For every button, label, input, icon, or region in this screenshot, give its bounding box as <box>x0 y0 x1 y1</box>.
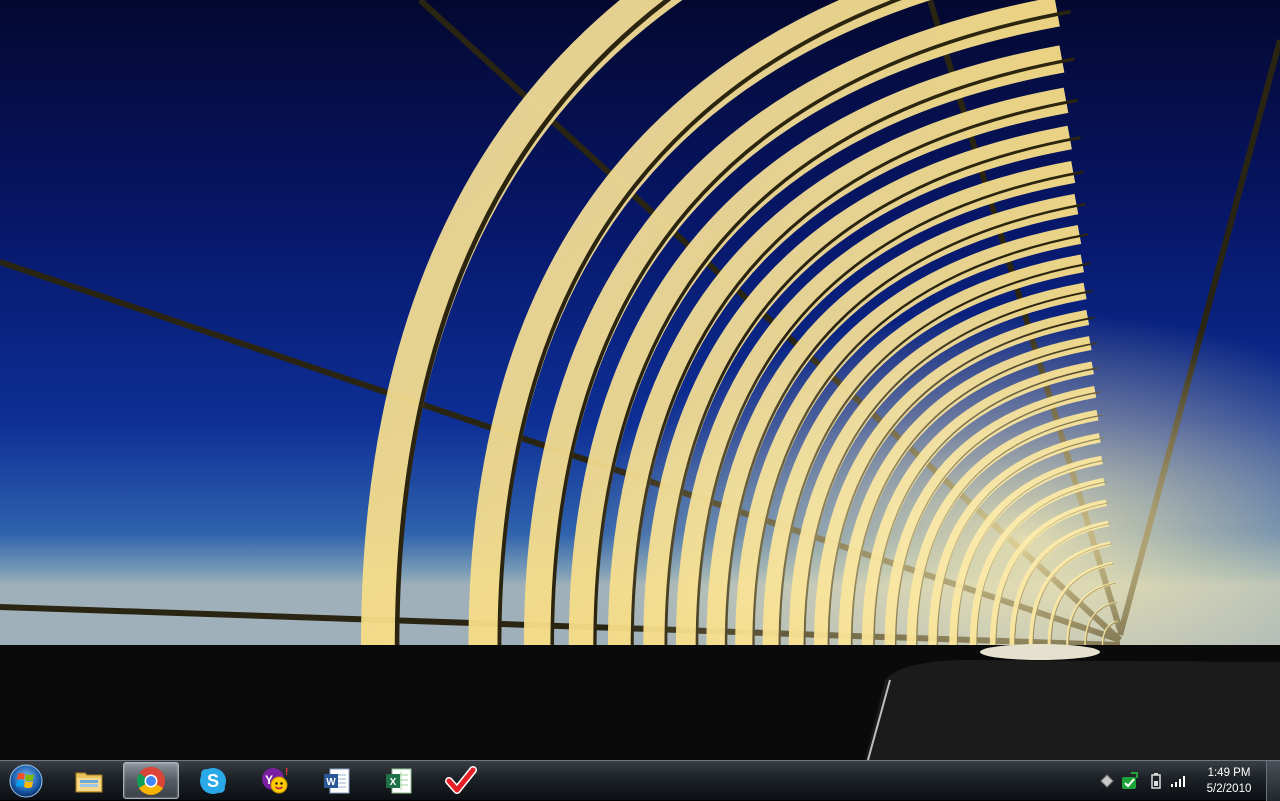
battery-icon <box>1151 773 1161 789</box>
show-desktop-button[interactable] <box>1266 761 1280 801</box>
windows-logo-icon <box>9 764 43 798</box>
svg-text:S: S <box>207 771 219 791</box>
diamond-icon <box>1100 774 1114 788</box>
taskbar: S Y ! W X 1:49 PM 5/2/2010 <box>0 760 1280 801</box>
taskbar-clock[interactable]: 1:49 PM 5/2/2010 <box>1196 765 1262 797</box>
checkmark-icon <box>445 765 477 794</box>
tray-diamond-icon[interactable] <box>1098 772 1116 790</box>
tray-battery-icon[interactable] <box>1147 772 1165 790</box>
chrome-icon <box>137 766 165 795</box>
excel-icon: X <box>386 768 412 793</box>
taskbar-todo-button[interactable] <box>433 762 489 799</box>
signal-strength-icon <box>1171 776 1185 787</box>
svg-text:W: W <box>326 777 336 788</box>
folder-icon <box>75 772 103 792</box>
word-icon: W <box>324 768 350 793</box>
taskbar-excel-button[interactable]: X <box>371 762 427 799</box>
clock-date: 5/2/2010 <box>1206 783 1252 795</box>
tray-network-icon[interactable] <box>1170 772 1188 790</box>
taskbar-chrome-button[interactable] <box>123 762 179 799</box>
taskbar-yahoo-messenger-button[interactable]: Y ! <box>247 762 303 799</box>
taskbar-word-button[interactable]: W <box>309 762 365 799</box>
svg-text:X: X <box>390 777 397 788</box>
bridge-arches <box>0 0 1280 650</box>
wallpaper <box>0 0 1280 760</box>
taskbar-explorer-button[interactable] <box>61 762 117 799</box>
tray-sync-icon[interactable] <box>1121 772 1139 790</box>
svg-text:!: ! <box>285 767 288 778</box>
start-button[interactable] <box>6 763 46 799</box>
skype-icon: S <box>200 767 226 794</box>
desktop <box>0 0 1280 760</box>
clock-time: 1:49 PM <box>1207 767 1251 779</box>
yahoo-messenger-icon: Y ! <box>262 767 288 793</box>
taskbar-skype-button[interactable]: S <box>185 762 241 799</box>
sync-check-icon <box>1122 772 1138 789</box>
